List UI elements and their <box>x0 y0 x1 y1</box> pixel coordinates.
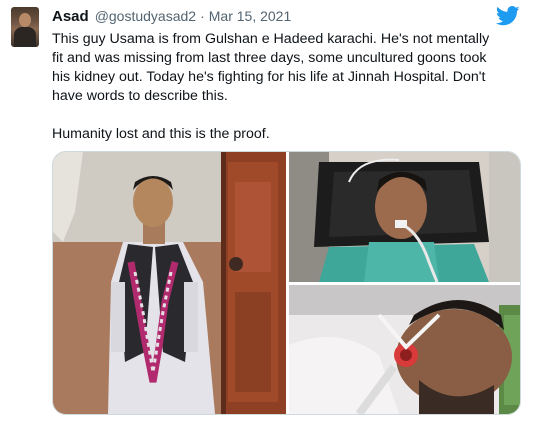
tweet-card[interactable]: Asad @gostudyasad2 · Mar 15, 2021 This g… <box>0 0 534 422</box>
author-handle[interactable]: @gostudyasad2 <box>95 8 196 24</box>
tweet-text-line: his kidney out. Today he's fighting for … <box>52 69 486 85</box>
tweet-header: Asad @gostudyasad2 · Mar 15, 2021 <box>52 8 291 26</box>
tweet-text: This guy Usama is from Gulshan e Hadeed … <box>52 30 522 144</box>
tweet-text-line: have words to describe this. <box>52 88 228 104</box>
tweet-text-line: fit and was missing from last three days… <box>52 50 487 66</box>
tweet-date[interactable]: Mar 15, 2021 <box>209 8 292 24</box>
avatar[interactable] <box>11 7 39 47</box>
twitter-bird-icon[interactable] <box>495 6 520 26</box>
avatar-body <box>14 27 36 47</box>
header-separator: · <box>200 8 205 24</box>
tweet-text-line: This guy Usama is from Gulshan e Hadeed … <box>52 31 490 47</box>
photo-standing-man[interactable] <box>53 152 286 414</box>
tweet-text-line: Humanity lost and this is the proof. <box>52 126 270 142</box>
avatar-face <box>19 13 31 27</box>
photo-closeup-tube[interactable] <box>289 285 520 414</box>
photo-hospital-bed[interactable] <box>289 152 520 282</box>
media-grid <box>52 151 521 415</box>
author-name[interactable]: Asad <box>52 8 89 25</box>
